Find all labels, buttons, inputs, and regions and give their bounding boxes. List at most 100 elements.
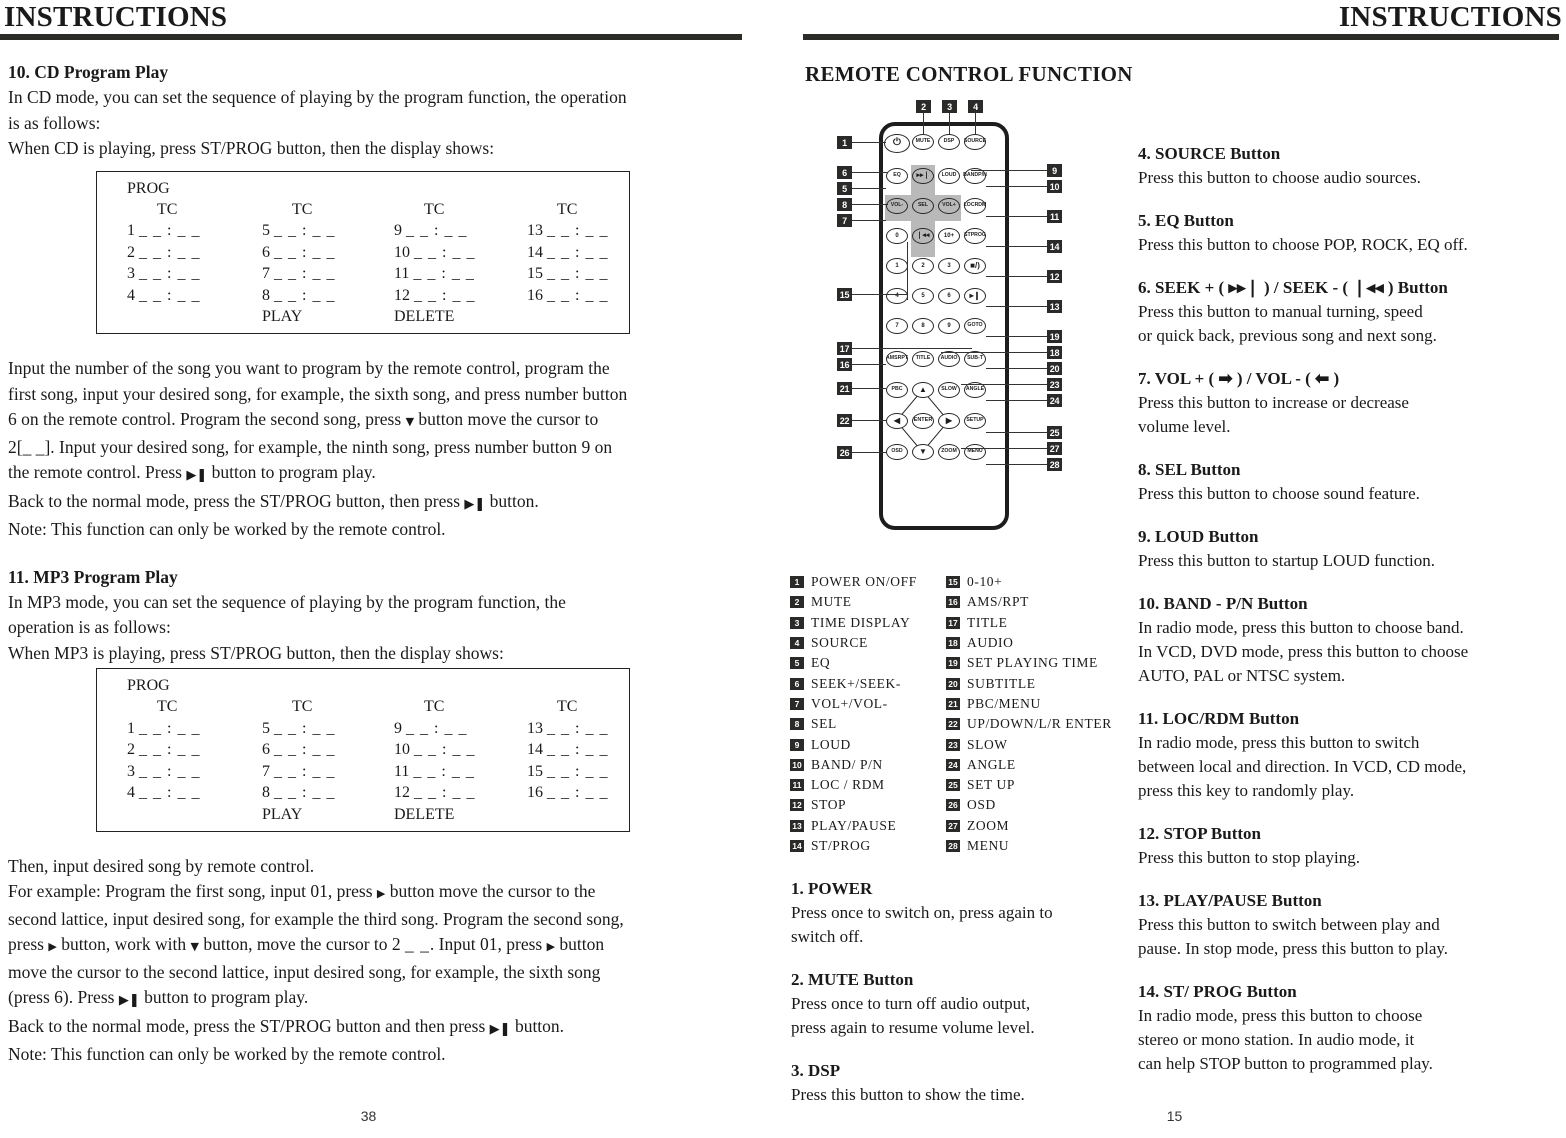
remote-button-num-1[interactable]: 1 <box>886 258 908 274</box>
callout-leader-line <box>961 384 1023 386</box>
callout-leader-line <box>1021 246 1047 248</box>
cd-para-line3b: button move the cursor to <box>418 409 599 429</box>
legend-item: 11 LOC / RDM <box>790 775 917 795</box>
remote-button-vol-minus[interactable]: VOL- <box>886 198 908 214</box>
slot-value: _ _ : _ _ <box>406 719 468 737</box>
remote-button-num-4[interactable]: 4 <box>886 288 908 304</box>
slot-value: _ _ : _ _ <box>274 265 336 282</box>
slot-num: 9 <box>394 719 402 737</box>
remote-button-seek-plus[interactable]: ▸▸❘ <box>912 168 934 184</box>
legend-number-badge: 12 <box>790 799 804 812</box>
slot-value: _ _ : _ _ <box>547 286 609 304</box>
entry-title: 5. EQ Button <box>1138 211 1234 230</box>
entry-line: Press this button to show the time. <box>791 1085 1025 1104</box>
legend-number-badge: 13 <box>790 819 804 832</box>
callout-leader-line <box>986 246 1022 248</box>
remote-button-right[interactable]: ▶ <box>938 413 960 429</box>
legend-item: 16 AMS/RPT <box>946 592 1112 612</box>
remote-button-num-0[interactable]: 0 <box>886 228 908 244</box>
remote-button-vol-plus[interactable]: VOL+ <box>938 198 960 214</box>
slot-num: 10 <box>394 741 410 758</box>
callout-19: 19 <box>1047 330 1062 343</box>
callout-8: 8 <box>837 198 852 211</box>
remote-button-num-9[interactable]: 9 <box>938 318 960 334</box>
mp3-para-line4: press ▶ button, work with ▼ button, move… <box>8 932 743 960</box>
right-arrow-icon: ▶ <box>376 887 386 900</box>
remote-control-diagram: ⏻ MUTE DSP SOURCE EQ ▸▸❘ LOUD BAND P/N VOL- SEL VOL… <box>811 92 1141 562</box>
entry-line: switch off. <box>791 927 864 946</box>
slot-num: 5 <box>262 719 270 737</box>
cd-tc-header-row: TC TC TC TC <box>127 199 629 221</box>
callout-leader-line <box>852 220 886 222</box>
legend-label: 0-10+ <box>967 574 1003 590</box>
legend-item: 27 ZOOM <box>946 816 1112 836</box>
remote-button-source[interactable]: SOURCE <box>964 134 986 150</box>
remote-button-osd[interactable]: OSD <box>886 444 908 460</box>
remote-button-eq[interactable]: EQ <box>886 168 908 184</box>
remote-button-ams-rpt[interactable]: AMS RPT <box>886 351 908 367</box>
remote-button-seek-minus[interactable]: ❘◂◂ <box>912 228 934 244</box>
remote-button-up[interactable]: ▲ <box>912 382 934 398</box>
callout-leader-line <box>852 188 886 190</box>
remote-button-num-8[interactable]: 8 <box>912 318 934 334</box>
remote-button-num-5[interactable]: 5 <box>912 288 934 304</box>
cd-prog-footer: PLAY DELETE <box>127 306 629 327</box>
remote-button-audio[interactable]: AUDIO <box>938 351 960 367</box>
remote-button-num-3[interactable]: 3 <box>938 258 960 274</box>
remote-button-play-pause[interactable]: ▸❙ <box>964 288 986 304</box>
remote-button-menu[interactable]: MENU <box>964 444 986 460</box>
slot-num: 15 <box>527 762 543 780</box>
legend-number-badge: 22 <box>946 718 960 731</box>
remote-button-title[interactable]: TITLE <box>912 351 934 367</box>
remote-button-stop[interactable]: ■/) <box>964 258 986 274</box>
remote-button-num-7[interactable]: 7 <box>886 318 908 334</box>
slot-num: 13 <box>527 719 543 737</box>
callout-leader-line <box>1021 276 1047 278</box>
remote-button-num-10plus[interactable]: 10+ <box>938 228 960 244</box>
legend-item: 1 POWER ON/OFF <box>790 572 917 592</box>
remote-button-left[interactable]: ◀ <box>886 413 908 429</box>
prog-label-mp3: PROG <box>127 677 170 694</box>
mp3-para-line4b: button, work with <box>61 934 187 954</box>
entry-title: 6. SEEK + ( ▸▸❘ ) / SEEK - ( ❘◂◂ ) Butto… <box>1138 278 1448 297</box>
legend-item: 25 SET UP <box>946 775 1112 795</box>
play-label: PLAY <box>262 308 303 325</box>
remote-button-sub-t[interactable]: SUB-T <box>964 351 986 367</box>
cd-para-line4: 2[_ _]. Input your desired song, for exa… <box>8 435 743 461</box>
remote-button-loc-rdm[interactable]: LOC RDM <box>964 198 986 214</box>
callout-leader-line <box>986 216 1022 218</box>
remote-button-power[interactable]: ⏻ <box>884 134 910 153</box>
callout-3: 3 <box>942 100 957 113</box>
mp3-para-line4d: . Input 01, press <box>429 934 543 954</box>
remote-button-num-6[interactable]: 6 <box>938 288 960 304</box>
remote-button-setup[interactable]: SETUP <box>964 413 986 429</box>
slot-num: 14 <box>527 243 543 261</box>
slot-num: 14 <box>527 741 543 758</box>
legend-label: VOL+/VOL- <box>811 695 888 711</box>
callout-leader-line <box>1021 384 1047 386</box>
callout-leader-line <box>1021 336 1047 338</box>
legend-label: TIME DISPLAY <box>811 614 911 630</box>
remote-button-dsp[interactable]: DSP <box>938 134 960 150</box>
remote-button-num-2[interactable]: 2 <box>912 258 934 274</box>
legend-label: SEL <box>811 716 837 732</box>
remote-button-goto[interactable]: GOTO <box>964 318 986 334</box>
remote-button-down[interactable]: ▼ <box>912 444 934 460</box>
remote-button-pbc[interactable]: PBC <box>886 382 908 398</box>
remote-button-slow[interactable]: SLOW <box>938 382 960 398</box>
remote-button-mute[interactable]: MUTE <box>912 134 934 150</box>
remote-button-sel[interactable]: SEL <box>912 198 934 214</box>
remote-button-loud[interactable]: LOUD <box>938 168 960 184</box>
legend-item: 8 SEL <box>790 714 917 734</box>
callout-25: 25 <box>1047 426 1062 439</box>
slot-num: 4 <box>127 784 135 801</box>
mp3-para-line4a: press <box>8 934 44 954</box>
remote-button-st-prog[interactable]: ST PROG <box>964 228 986 244</box>
left-page: INSTRUCTIONS 10. CD Program Play In CD m… <box>0 0 783 1138</box>
down-arrow-icon: ▼ <box>405 415 415 428</box>
remote-button-enter[interactable]: ENTER <box>912 413 934 429</box>
legend-label: BAND/ P/N <box>811 756 883 772</box>
slot-num: 9 <box>394 222 402 239</box>
cd-para-line4b: . Input your desired song, for example, … <box>50 436 613 457</box>
remote-button-zoom[interactable]: ZOOM <box>938 444 960 460</box>
